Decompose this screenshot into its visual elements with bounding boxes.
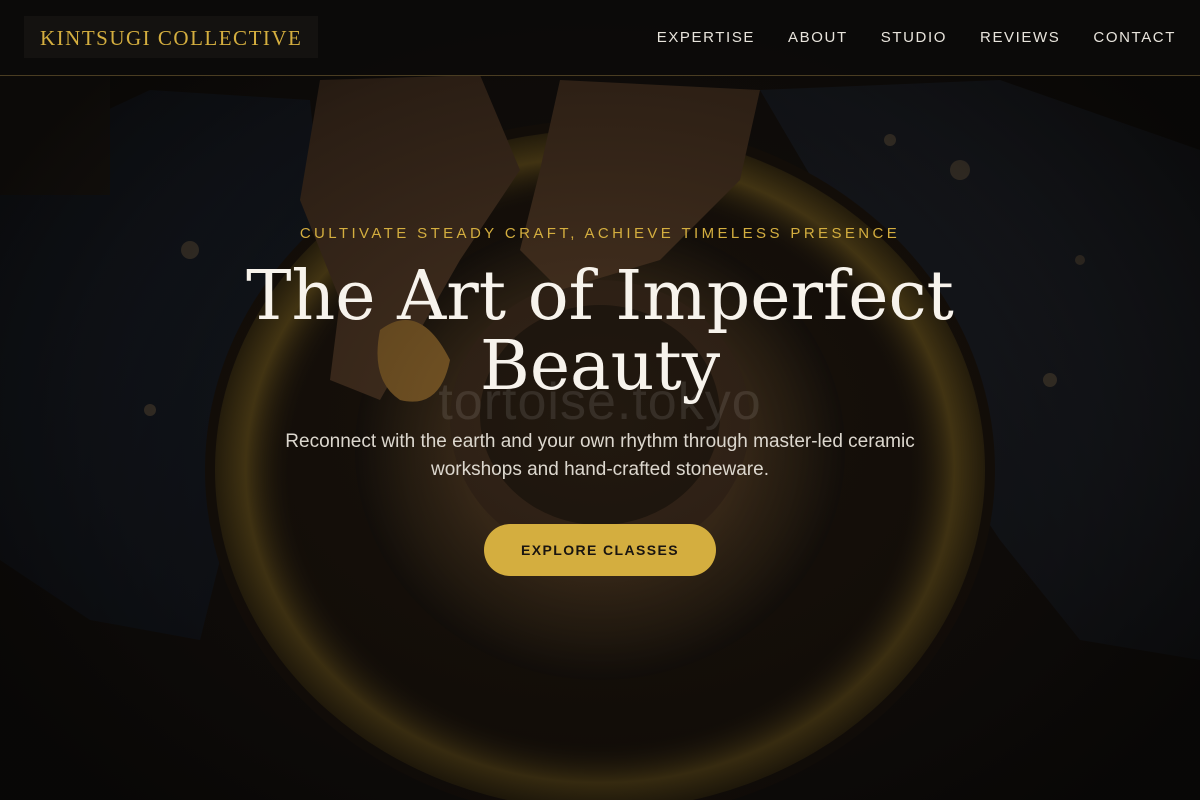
hero-section: CULTIVATE STEADY CRAFT, ACHIEVE TIMELESS… [0,0,1200,800]
nav-link-expertise[interactable]: EXPERTISE [657,29,755,46]
nav-link-reviews[interactable]: REVIEWS [980,29,1060,46]
main-nav: EXPERTISE ABOUT STUDIO REVIEWS CONTACT [657,0,1176,75]
hero-eyebrow: CULTIVATE STEADY CRAFT, ACHIEVE TIMELESS… [299,225,901,242]
site-header: KINTSUGI COLLECTIVE EXPERTISE ABOUT STUD… [0,0,1200,76]
landing-page: tortoise.tokyo KINTSUGI COLLECTIVE EXPER… [0,0,1200,800]
hero-headline: The Art of Imperfect Beauty [246,257,954,406]
brand-logo[interactable]: KINTSUGI COLLECTIVE [24,16,319,58]
nav-link-studio[interactable]: STUDIO [881,29,947,46]
hero-subtext: Reconnect with the earth and your own rh… [285,431,915,480]
explore-classes-button[interactable]: EXPLORE CLASSES [484,524,716,576]
nav-link-contact[interactable]: CONTACT [1093,29,1176,46]
nav-link-about[interactable]: ABOUT [788,29,848,46]
